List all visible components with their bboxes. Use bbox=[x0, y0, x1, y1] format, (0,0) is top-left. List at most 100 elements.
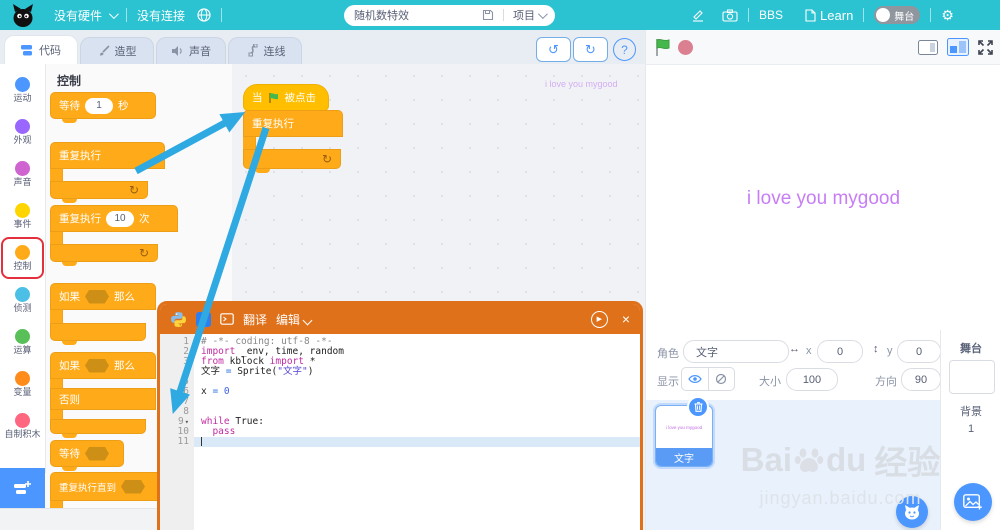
sound-dot bbox=[15, 161, 30, 176]
condition-slot[interactable] bbox=[85, 289, 109, 304]
code-line-7[interactable]: 7 bbox=[160, 397, 640, 407]
run-check-icon[interactable]: ✓ bbox=[196, 311, 211, 327]
chevron-down-icon bbox=[108, 8, 119, 19]
fullscreen-icon[interactable] bbox=[977, 39, 994, 56]
code-area[interactable]: 1 # -*- coding: utf-8 -*- 2 import _env, ti… bbox=[160, 334, 640, 530]
add-backdrop-button[interactable] bbox=[954, 483, 992, 521]
language-globe-icon[interactable] bbox=[197, 8, 211, 22]
sprite-card-name: 文字 bbox=[656, 448, 712, 466]
block-forever[interactable]: 重复执行 ↻ bbox=[50, 142, 165, 203]
cable-icon bbox=[248, 44, 257, 57]
add-extension-button[interactable] bbox=[0, 468, 45, 508]
block-repeat-until[interactable]: 重复执行直到 bbox=[50, 472, 168, 509]
block-if-then-else[interactable]: 如果 那么 否则 bbox=[50, 352, 156, 438]
events-label: 事件 bbox=[13, 219, 32, 229]
connection-status[interactable]: 没有连接 bbox=[137, 7, 185, 24]
sprite-y-input[interactable]: 0 bbox=[897, 340, 941, 363]
category-looks[interactable]: 外观 bbox=[1, 111, 44, 153]
horizontal-arrow-icon: ↔ bbox=[789, 343, 800, 355]
large-stage-layout-icon[interactable] bbox=[947, 38, 969, 56]
top-bar: 没有硬件 没有连接 随机数特效 项目 BBS Learn 舞台 ⚙ bbox=[0, 0, 1000, 30]
stage-toggle[interactable]: 舞台 bbox=[874, 6, 921, 24]
code-line-10[interactable]: 10 pass bbox=[160, 427, 640, 437]
code-text: x = 0 bbox=[201, 386, 230, 397]
stage-panel[interactable]: 舞台 背景 1 bbox=[940, 330, 1000, 530]
stage-thumbnail[interactable] bbox=[949, 360, 995, 394]
show-label: 显示 bbox=[657, 376, 679, 388]
bbs-link[interactable]: BBS bbox=[759, 8, 783, 22]
close-button[interactable]: × bbox=[622, 311, 630, 327]
python-logo-icon bbox=[171, 311, 186, 327]
code-text bbox=[194, 437, 640, 447]
condition-slot[interactable] bbox=[85, 358, 109, 373]
sprite-x-input[interactable]: 0 bbox=[817, 340, 863, 363]
condition-slot[interactable] bbox=[85, 446, 109, 461]
tab-costume[interactable]: 造型 bbox=[80, 37, 154, 64]
stage[interactable]: i love you mygood bbox=[645, 64, 1000, 331]
condition-slot[interactable] bbox=[121, 479, 146, 494]
small-stage-layout-icon[interactable] bbox=[918, 40, 938, 55]
code-line-4[interactable]: 4 文字 = Sprite("文字") bbox=[160, 367, 640, 377]
value-oval[interactable]: 10 bbox=[106, 210, 134, 227]
edit-menu[interactable]: 编辑 bbox=[276, 311, 313, 328]
hardware-menu[interactable]: 没有硬件 bbox=[54, 7, 119, 24]
settings-gear-icon[interactable]: ⚙ bbox=[941, 7, 954, 24]
code-line-5[interactable]: 5 bbox=[160, 377, 640, 387]
tab-code[interactable]: 代码 bbox=[4, 35, 78, 64]
tab-sound[interactable]: 声音 bbox=[156, 37, 226, 64]
script-when-flag-clicked[interactable]: 当 被点击 bbox=[243, 84, 329, 111]
save-icon[interactable] bbox=[482, 9, 494, 21]
category-operators[interactable]: 运算 bbox=[1, 321, 44, 363]
category-variables[interactable]: 变量 bbox=[1, 363, 44, 405]
stop-button[interactable] bbox=[678, 40, 693, 55]
category-myblocks[interactable]: 自制积木 bbox=[1, 405, 44, 447]
green-flag-button[interactable] bbox=[654, 37, 674, 58]
play-button[interactable]: ▶ bbox=[590, 310, 608, 328]
delete-sprite-badge[interactable] bbox=[687, 396, 709, 418]
value-oval[interactable]: 1 bbox=[85, 97, 113, 114]
edit-pencil-icon[interactable] bbox=[691, 8, 705, 22]
code-line-6[interactable]: 6x = 0 bbox=[160, 387, 640, 397]
show-eye-button[interactable] bbox=[682, 368, 709, 390]
script-forever[interactable]: 重复执行 ↻ bbox=[243, 110, 343, 173]
translate-menu[interactable]: 翻译 bbox=[243, 311, 267, 328]
learn-link[interactable]: Learn bbox=[805, 8, 853, 23]
hide-eye-button[interactable] bbox=[709, 368, 735, 390]
stage-sprite-text[interactable]: i love you mygood bbox=[646, 188, 1000, 210]
block-wait-seconds[interactable]: 等待 1 秒 bbox=[50, 92, 156, 123]
camera-icon[interactable] bbox=[722, 9, 738, 22]
line-number: 8 bbox=[183, 406, 189, 417]
category-sensing[interactable]: 侦测 bbox=[1, 279, 44, 321]
project-name-input[interactable]: 随机数特效 bbox=[354, 7, 482, 23]
events-dot bbox=[15, 203, 30, 218]
size-input[interactable]: 100 bbox=[786, 368, 838, 391]
divider bbox=[503, 9, 505, 21]
block-wait-until[interactable]: 等待 bbox=[50, 440, 124, 471]
undo-button[interactable]: ↺ bbox=[536, 37, 571, 62]
fold-marker-icon[interactable]: ▾ bbox=[185, 418, 189, 426]
add-sprite-button[interactable] bbox=[896, 496, 928, 528]
category-sound[interactable]: 声音 bbox=[1, 153, 44, 195]
block-if-then[interactable]: 如果 那么 bbox=[50, 283, 156, 345]
editor-title-bar[interactable]: ✓ 翻译 编辑 ▶ × bbox=[160, 304, 640, 334]
category-control[interactable]: 控制 bbox=[1, 237, 44, 279]
direction-input[interactable]: 90 bbox=[901, 368, 941, 391]
divider bbox=[748, 8, 750, 22]
sprite-name-input[interactable]: 文字 bbox=[683, 340, 789, 363]
category-motion[interactable]: 运动 bbox=[1, 69, 44, 111]
console-icon[interactable] bbox=[220, 313, 234, 325]
backdrop-label: 背景 bbox=[960, 406, 982, 418]
code-line-11[interactable]: 11 bbox=[160, 437, 640, 447]
help-button[interactable]: ? bbox=[613, 38, 636, 61]
python-editor-window[interactable]: ✓ 翻译 编辑 ▶ × 1 # -*- coding: utf-8 -*- 2 imp… bbox=[157, 301, 643, 530]
chevron-down-icon bbox=[537, 9, 548, 20]
block-repeat-times[interactable]: 重复执行 10 次 ↻ bbox=[50, 205, 178, 266]
y-label: y bbox=[887, 345, 893, 357]
tab-connect[interactable]: 连线 bbox=[228, 37, 302, 64]
app-logo-cat-icon[interactable] bbox=[10, 3, 36, 28]
redo-button[interactable]: ↻ bbox=[573, 37, 608, 62]
project-menu[interactable]: 项目 bbox=[513, 7, 548, 23]
category-events[interactable]: 事件 bbox=[1, 195, 44, 237]
